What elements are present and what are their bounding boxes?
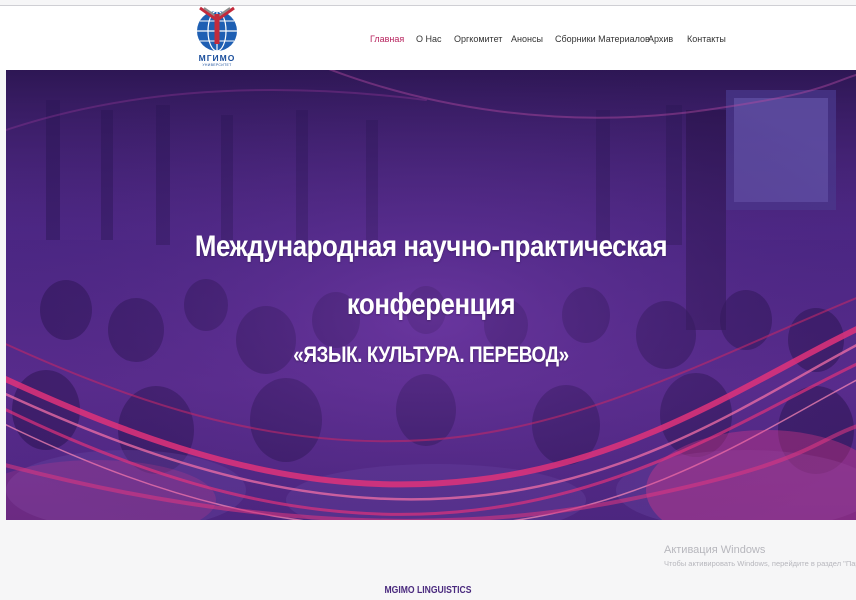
section-brand-label: MGIMO LINGUISTICS xyxy=(384,585,472,596)
watermark-title: Активация Windows xyxy=(664,544,766,556)
nav-item-announcements[interactable]: Анонсы xyxy=(511,34,543,44)
hero-subtitle: «ЯЗЫК. КУЛЬТУРА. ПЕРЕВОД» xyxy=(293,342,569,367)
watermark-text: Чтобы активировать Windows, перейдите в … xyxy=(664,559,856,568)
hero-title-line2: конференция xyxy=(346,288,516,321)
nav-item-committee[interactable]: Оргкомитет xyxy=(454,34,502,44)
nav-item-archive[interactable]: Архив xyxy=(648,34,673,44)
nav-item-home[interactable]: Главная xyxy=(370,34,404,44)
windows-activation-watermark: Активация Windows Чтобы активировать Win… xyxy=(664,544,856,568)
main-nav: Главная О Нас Оргкомитет Анонсы Сборники… xyxy=(0,6,856,70)
nav-item-proceedings[interactable]: Сборники Материалов xyxy=(555,34,650,44)
hero-banner: Международная научно-практическая конфер… xyxy=(6,70,856,520)
hero-title-line1: Международная научно-практическая xyxy=(194,230,668,263)
site-header: МГИМО УНИВЕРСИТЕТ Главная О Нас Оргкомит… xyxy=(0,6,856,70)
nav-item-contacts[interactable]: Контакты xyxy=(687,34,726,44)
nav-item-about[interactable]: О Нас xyxy=(416,34,442,44)
